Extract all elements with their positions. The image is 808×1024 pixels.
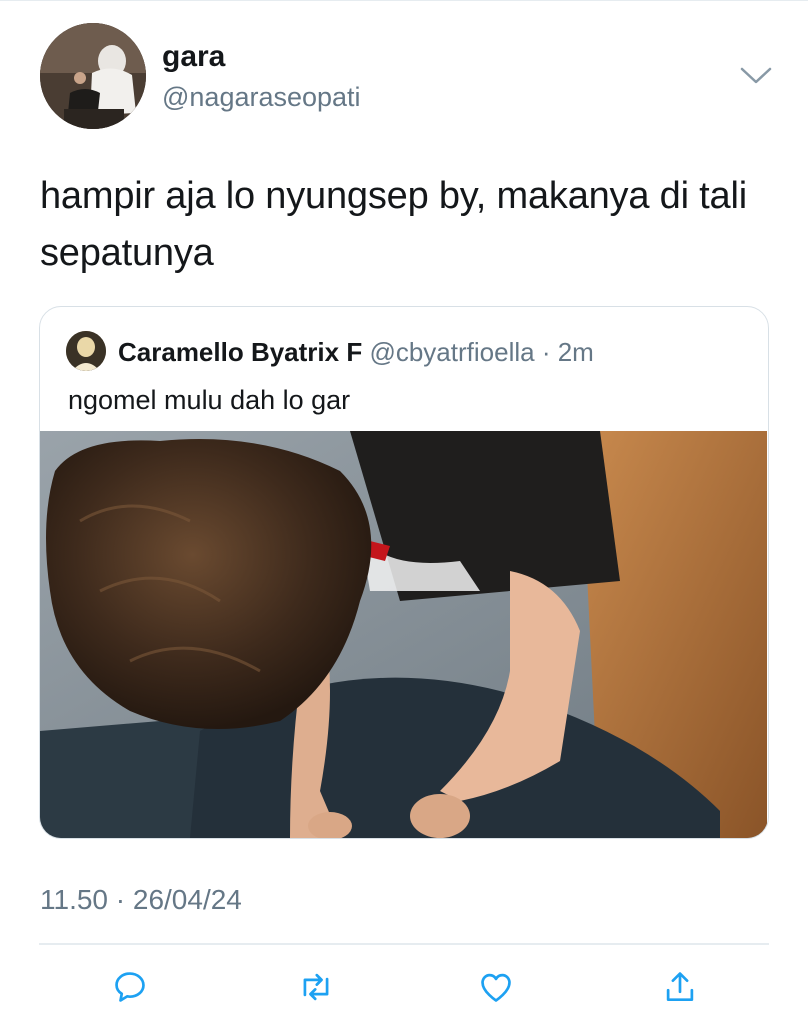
tweet-text: hampir aja lo nyungsep by, makanya di ta… [40, 175, 747, 274]
quote-author-handle[interactable]: @cbyatrfioella [369, 337, 534, 367]
retweet-icon [303, 973, 329, 1001]
quote-media-image[interactable] [40, 431, 767, 838]
share-icon [666, 972, 694, 1002]
chevron-down-icon[interactable] [738, 64, 774, 88]
author-display-name[interactable]: gara [162, 40, 225, 74]
reply-icon [115, 972, 145, 1002]
quote-age[interactable]: 2m [558, 337, 594, 367]
top-divider [0, 0, 808, 1]
reply-button[interactable] [110, 965, 150, 1009]
quote-author-name[interactable]: Caramello Byatrix F [118, 337, 362, 367]
tweet-timestamp[interactable]: 11.50 · 26/04/24 [40, 884, 242, 916]
heart-icon [481, 973, 511, 1002]
actions-divider [39, 943, 769, 945]
retweet-button[interactable] [296, 965, 336, 1009]
share-button[interactable] [660, 965, 700, 1009]
quote-text: ngomel mulu dah lo gar [68, 385, 351, 415]
quoted-tweet[interactable]: Caramello Byatrix F @cbyatrfioella · 2m … [39, 306, 769, 839]
quote-author-avatar[interactable] [66, 331, 106, 371]
author-handle[interactable]: @nagaraseopati [162, 82, 361, 113]
action-bar [0, 965, 808, 1009]
author-avatar[interactable] [40, 23, 146, 129]
quote-separator: · [534, 337, 558, 367]
like-button[interactable] [476, 965, 516, 1009]
quote-header: Caramello Byatrix F @cbyatrfioella · 2m [118, 337, 594, 368]
